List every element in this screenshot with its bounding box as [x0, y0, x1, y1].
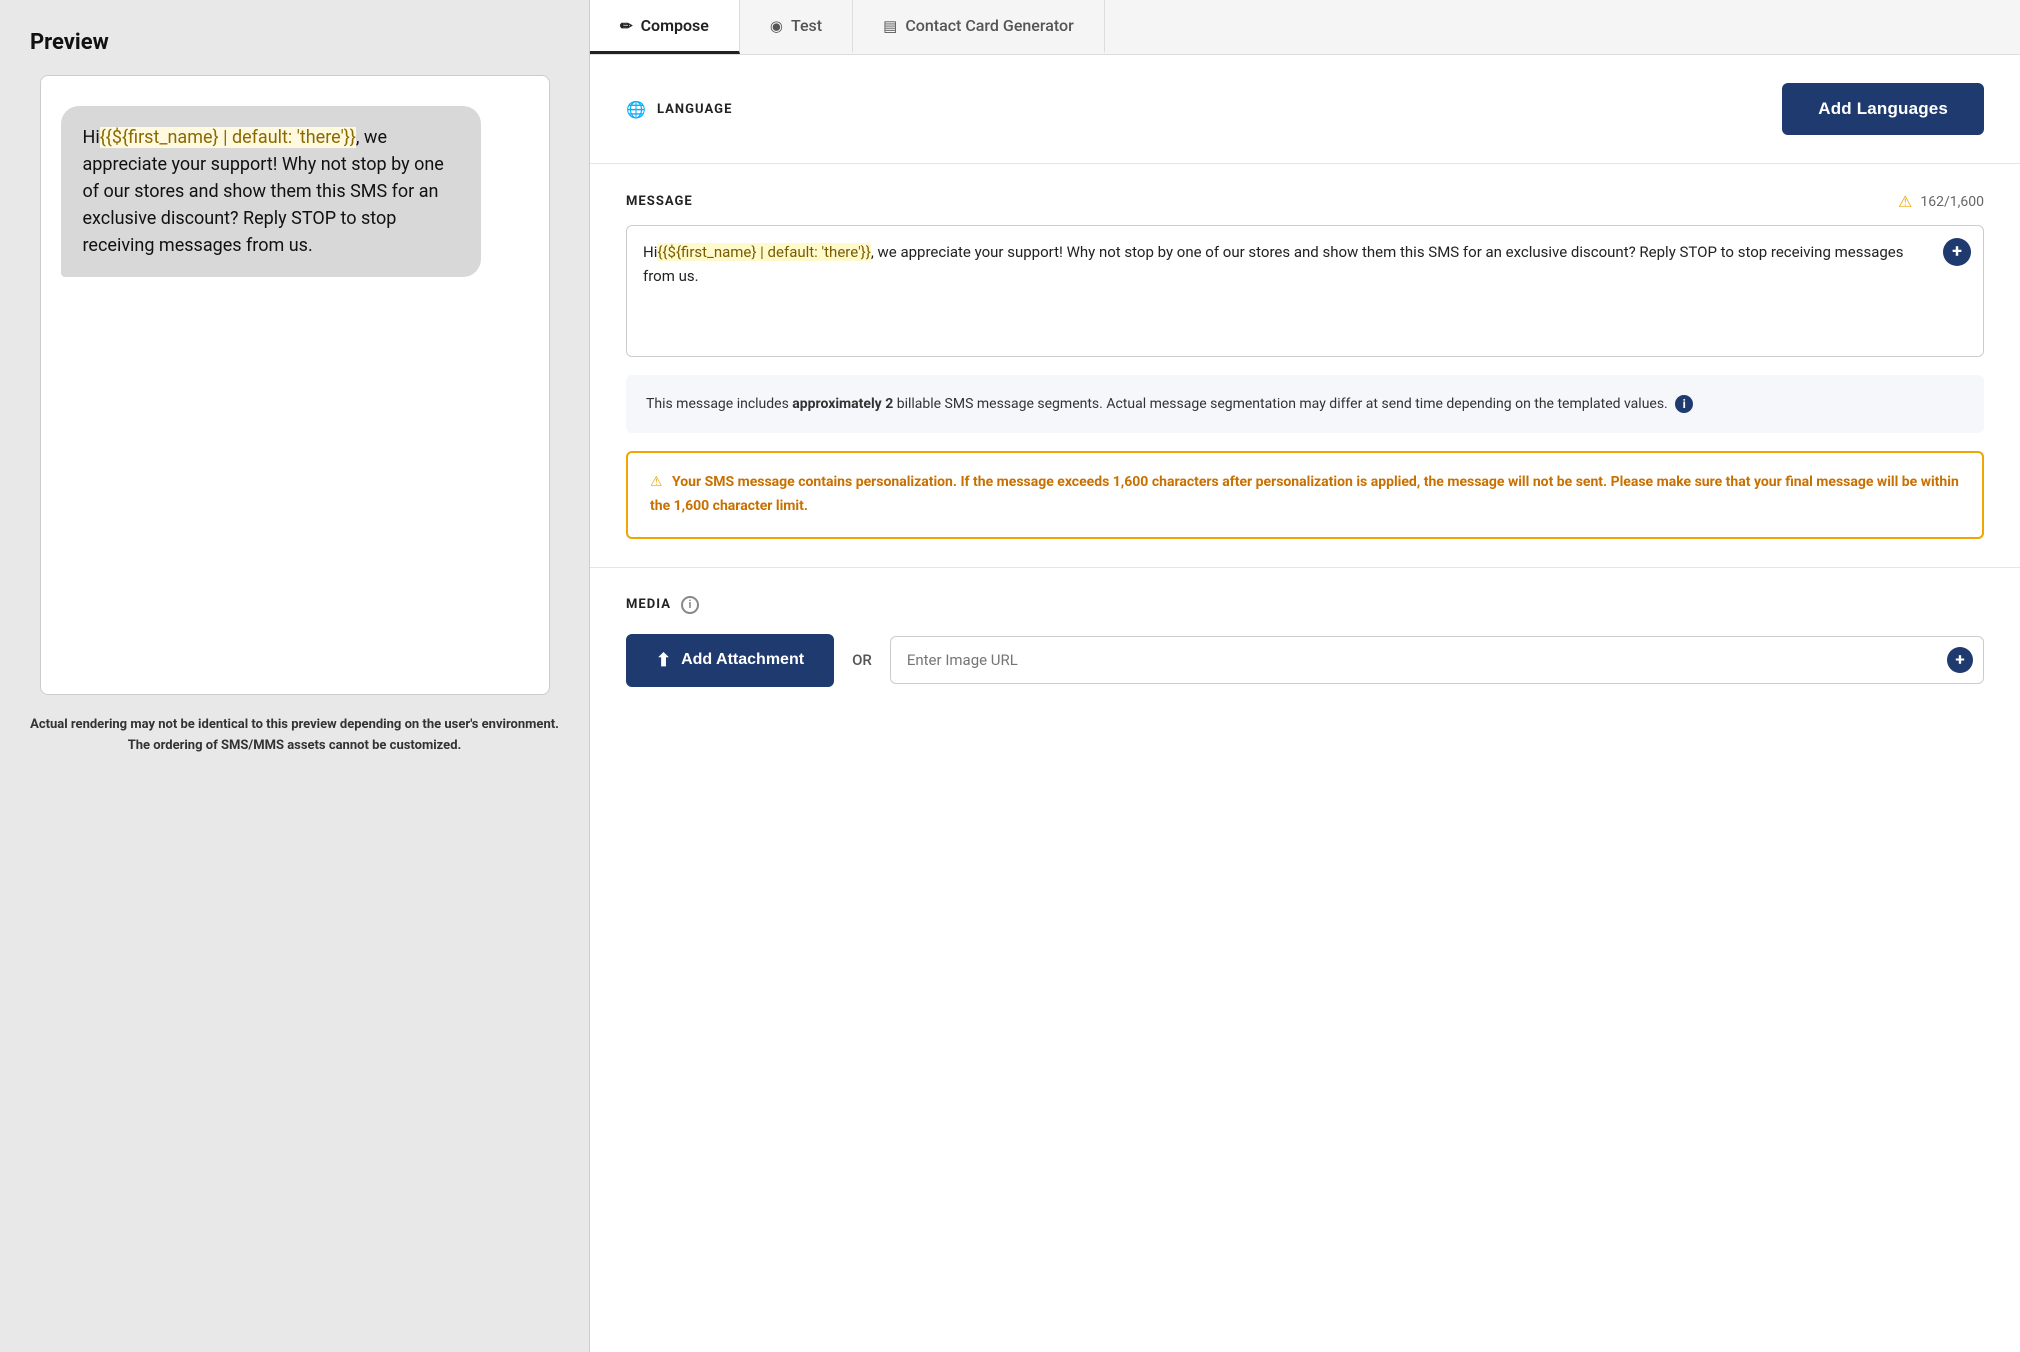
media-header: MEDIA i [626, 596, 1984, 614]
sms-info-box: This message includes approximately 2 bi… [626, 375, 1984, 433]
preview-title: Preview [30, 30, 109, 55]
personalization-warning-box: ⚠ Your SMS message contains personalizat… [626, 451, 1984, 539]
info-text-after: billable SMS message segments. Actual me… [893, 396, 1668, 412]
media-section: MEDIA i ⬆ Add Attachment OR + [590, 568, 2020, 715]
warning-triangle-icon: ⚠ [650, 474, 663, 490]
info-text-before: This message includes [646, 396, 792, 412]
media-label: MEDIA [626, 597, 671, 612]
message-add-button[interactable]: + [1943, 238, 1971, 266]
image-url-input[interactable] [891, 637, 1983, 683]
media-info-icon[interactable]: i [681, 596, 699, 614]
warning-text: Your SMS message contains personalizatio… [650, 474, 1959, 514]
preview-panel: Preview Hi{{${first_name} | default: 'th… [0, 0, 590, 1352]
tab-compose[interactable]: ✏ Compose [590, 0, 740, 54]
message-label: MESSAGE [626, 194, 693, 209]
globe-icon: 🌐 [626, 100, 647, 119]
upload-icon: ⬆ [656, 650, 671, 671]
message-textarea-wrapper[interactable]: Hi{{${first_name} | default: 'there'}}, … [626, 225, 1984, 357]
media-row: ⬆ Add Attachment OR + [626, 634, 1984, 687]
message-header: MESSAGE ⚠ 162/1,600 [626, 192, 1984, 211]
sms-bubble: Hi{{${first_name} | default: 'there'}}, … [61, 106, 481, 277]
char-count-value: 162/1,600 [1920, 194, 1984, 210]
tab-test-label: Test [791, 16, 822, 35]
message-section: MESSAGE ⚠ 162/1,600 Hi{{${first_name} | … [590, 164, 2020, 568]
language-row: 🌐 LANGUAGE Add Languages [626, 83, 1984, 135]
preview-footer-text: Actual rendering may not be identical to… [30, 715, 559, 757]
language-label-text: LANGUAGE [657, 102, 732, 117]
image-url-wrapper: + [890, 636, 1984, 684]
tab-compose-label: Compose [641, 16, 709, 35]
preview-header: Preview [20, 20, 569, 75]
info-circle-icon[interactable]: i [1675, 395, 1693, 413]
preview-footer: Actual rendering may not be identical to… [20, 695, 569, 757]
eye-icon: ◉ [770, 17, 783, 35]
tabs-bar: ✏ Compose ◉ Test ▤ Contact Card Generato… [590, 0, 2020, 55]
message-display[interactable]: Hi{{${first_name} | default: 'there'}}, … [627, 226, 1983, 356]
tab-contact-card-label: Contact Card Generator [905, 16, 1073, 35]
language-label: 🌐 LANGUAGE [626, 100, 732, 119]
tab-contact-card-generator[interactable]: ▤ Contact Card Generator [853, 0, 1105, 54]
add-attachment-label: Add Attachment [681, 651, 804, 669]
right-panel: ✏ Compose ◉ Test ▤ Contact Card Generato… [590, 0, 2020, 1352]
sms-variable: {{${first_name} | default: 'there'}} [100, 127, 356, 148]
phone-preview: Hi{{${first_name} | default: 'there'}}, … [40, 75, 550, 695]
message-variable: {{${first_name} | default: 'there'}} [657, 243, 870, 261]
language-section: 🌐 LANGUAGE Add Languages [590, 55, 2020, 164]
warning-icon: ⚠ [1898, 192, 1912, 211]
sms-text-before-var: Hi [83, 127, 100, 148]
add-attachment-button[interactable]: ⬆ Add Attachment [626, 634, 834, 687]
message-text-hi: Hi [643, 243, 657, 261]
info-text-bold: approximately 2 [792, 396, 893, 412]
or-divider: OR [852, 651, 872, 669]
card-icon: ▤ [883, 17, 897, 35]
compose-icon: ✏ [620, 17, 633, 35]
char-count: ⚠ 162/1,600 [1898, 192, 1984, 211]
tab-test[interactable]: ◉ Test [740, 0, 853, 54]
add-languages-button[interactable]: Add Languages [1782, 83, 1984, 135]
